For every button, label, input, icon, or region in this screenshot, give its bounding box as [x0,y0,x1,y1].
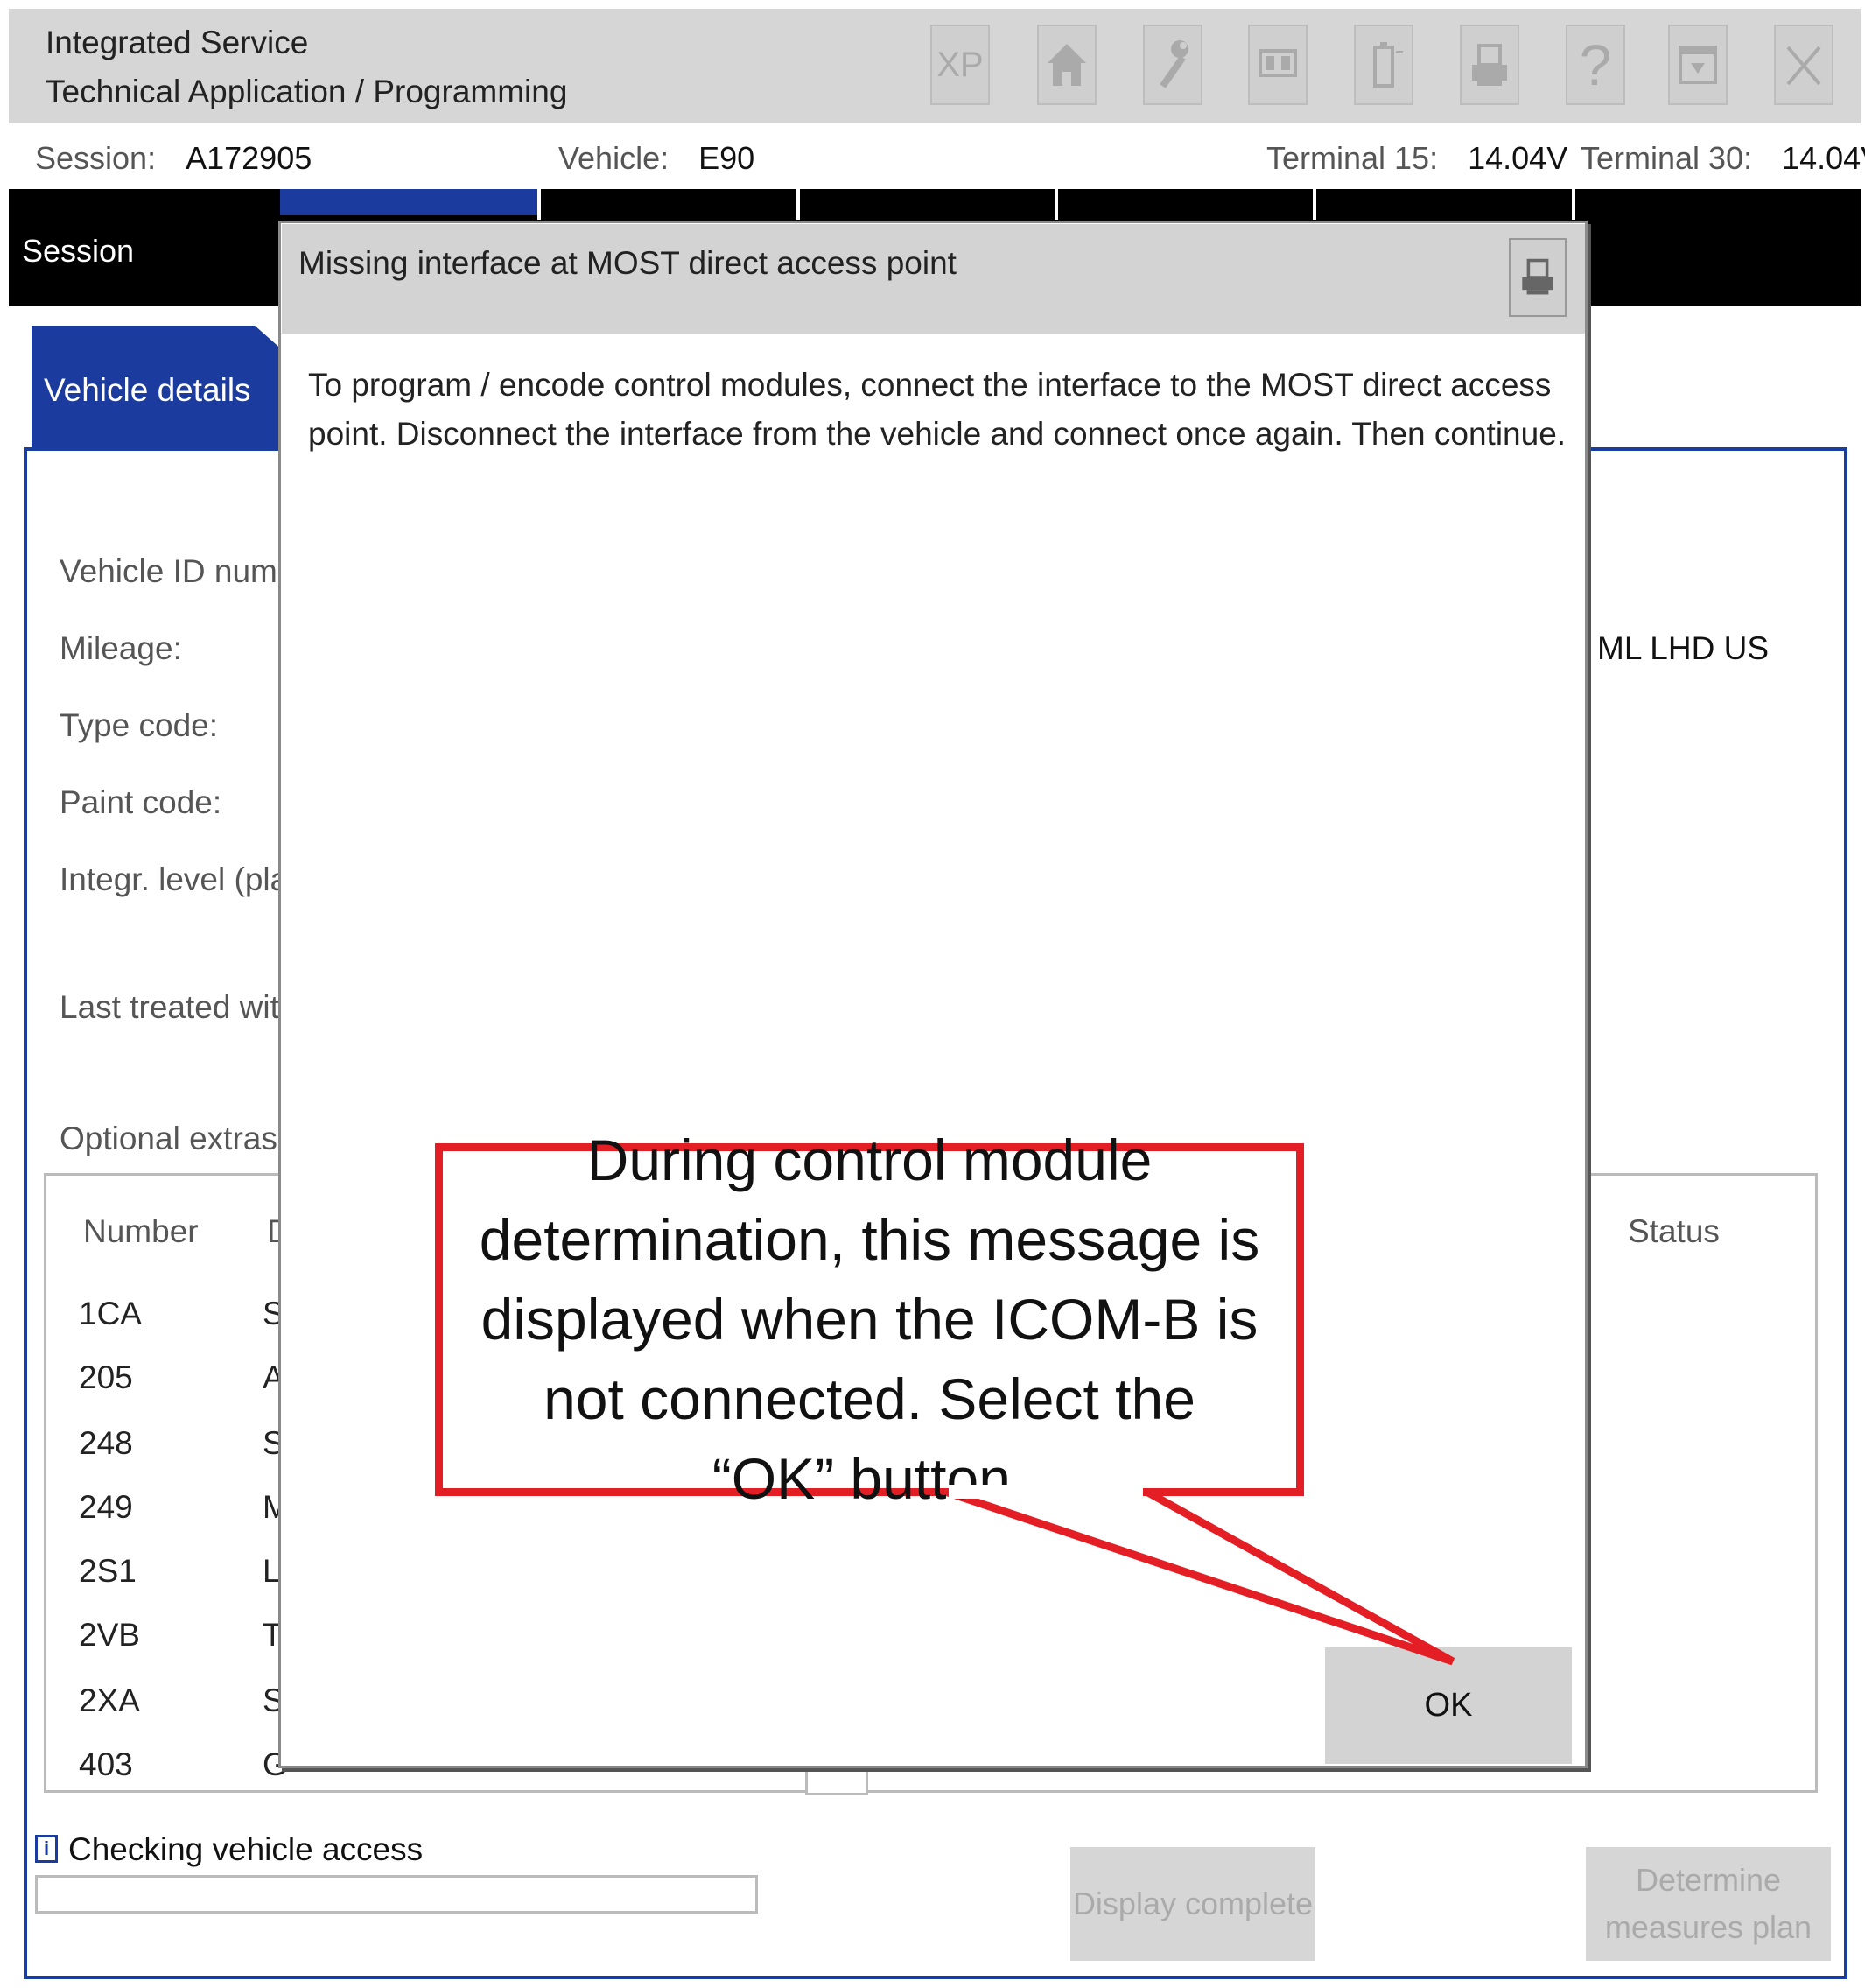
callout-annotation: During control module determination, thi… [435,1127,1304,1511]
callout-gap [949,1485,1143,1499]
callout-pointer [943,1487,1455,1666]
